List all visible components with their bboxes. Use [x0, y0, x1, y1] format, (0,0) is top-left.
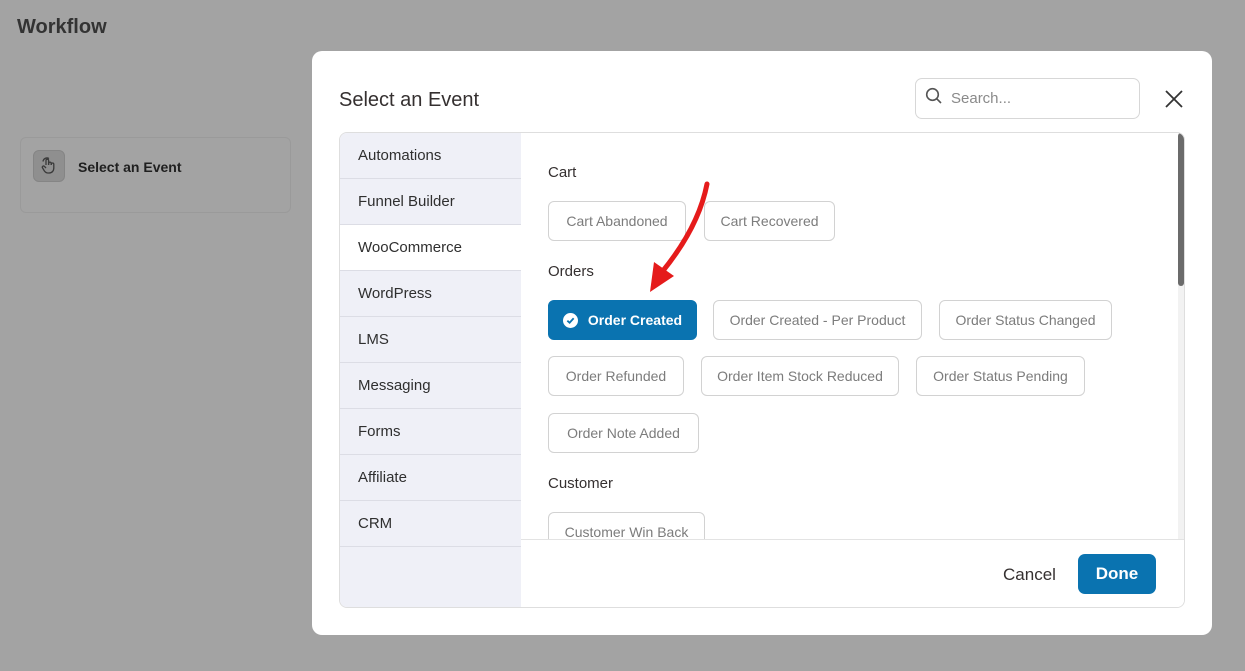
- event-chip-order-status-changed[interactable]: Order Status Changed: [939, 300, 1112, 340]
- select-event-modal: Select an Event Automations Funnel Build…: [312, 51, 1212, 635]
- sidebar-item-label: Automations: [358, 147, 442, 164]
- sidebar-item-messaging[interactable]: Messaging: [340, 363, 521, 409]
- group-label-customer: Customer: [548, 475, 614, 492]
- search-icon: [925, 87, 943, 110]
- sidebar-item-label: Affiliate: [358, 469, 407, 486]
- sidebar-item-affiliate[interactable]: Affiliate: [340, 455, 521, 501]
- event-chip-order-created-per-product[interactable]: Order Created - Per Product: [713, 300, 922, 340]
- event-chip-order-created[interactable]: Order Created: [548, 300, 697, 340]
- checkmark-icon: [562, 312, 578, 328]
- event-chip-cart-abandoned[interactable]: Cart Abandoned: [548, 201, 686, 241]
- event-chip-order-status-pending[interactable]: Order Status Pending: [916, 356, 1085, 396]
- select-event-card-label: Select an Event: [78, 159, 182, 175]
- select-event-card[interactable]: Select an Event: [20, 137, 291, 213]
- sidebar-item-label: CRM: [358, 515, 393, 532]
- sidebar-item-forms[interactable]: Forms: [340, 409, 521, 455]
- done-button[interactable]: Done: [1078, 554, 1156, 594]
- event-chip-label: Order Created: [587, 312, 683, 328]
- sidebar-item-crm[interactable]: CRM: [340, 501, 521, 547]
- event-list: Cart Cart Abandoned Cart Recovered Order…: [521, 133, 1184, 539]
- event-chip-customer-win-back[interactable]: Customer Win Back: [548, 512, 705, 539]
- event-list-scrollbar[interactable]: [1178, 133, 1184, 539]
- sidebar-item-label: WooCommerce: [358, 239, 462, 256]
- sidebar-item-lms[interactable]: LMS: [340, 317, 521, 363]
- search-input[interactable]: [951, 90, 1126, 107]
- sidebar-item-label: LMS: [358, 331, 389, 348]
- event-chip-order-refunded[interactable]: Order Refunded: [548, 356, 684, 396]
- close-icon: [1165, 90, 1183, 108]
- sidebar-item-label: Funnel Builder: [358, 193, 455, 210]
- sidebar-item-label: WordPress: [358, 285, 432, 302]
- event-chip-cart-recovered[interactable]: Cart Recovered: [704, 201, 835, 241]
- modal-title: Select an Event: [339, 89, 480, 111]
- sidebar-item-wordpress[interactable]: WordPress: [340, 271, 521, 317]
- search-box[interactable]: [915, 78, 1140, 119]
- cancel-button[interactable]: Cancel: [1001, 555, 1058, 595]
- scrollbar-thumb[interactable]: [1178, 133, 1184, 286]
- group-label-cart: Cart: [548, 164, 577, 181]
- group-label-orders: Orders: [548, 263, 594, 280]
- sidebar-item-funnel-builder[interactable]: Funnel Builder: [340, 179, 521, 225]
- event-chip-order-item-stock-reduced[interactable]: Order Item Stock Reduced: [701, 356, 899, 396]
- page-title: Workflow: [17, 16, 107, 38]
- sidebar-item-label: Messaging: [358, 377, 431, 394]
- sidebar-item-automations[interactable]: Automations: [340, 133, 521, 179]
- sidebar-item-label: Forms: [358, 423, 401, 440]
- hand-pointer-icon: [33, 150, 65, 182]
- event-chip-order-note-added[interactable]: Order Note Added: [548, 413, 699, 453]
- modal-footer: Cancel Done: [521, 539, 1184, 607]
- sidebar-item-woocommerce[interactable]: WooCommerce: [340, 225, 521, 271]
- category-sidebar: Automations Funnel Builder WooCommerce W…: [340, 133, 521, 607]
- close-button[interactable]: [1162, 87, 1186, 111]
- modal-body: Automations Funnel Builder WooCommerce W…: [339, 132, 1185, 608]
